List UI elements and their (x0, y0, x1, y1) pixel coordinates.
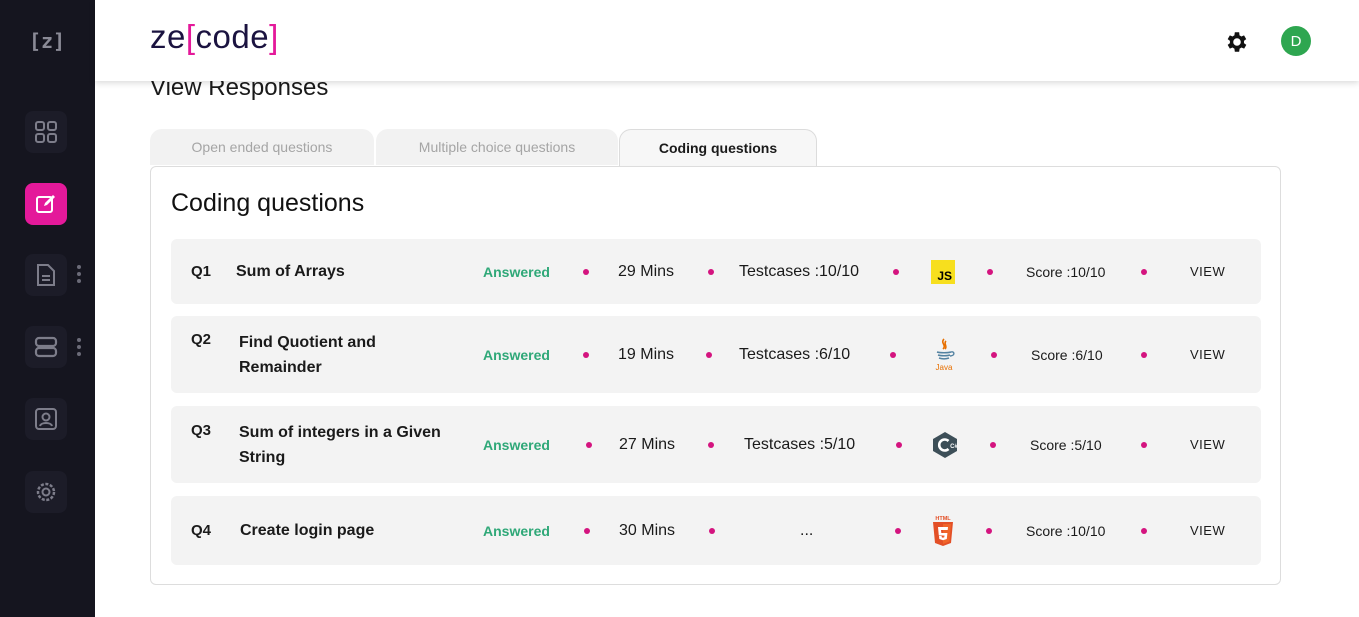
question-title: Find Quotient and Remainder (239, 316, 376, 393)
brand-word: code (195, 18, 270, 55)
testcases-result: Testcases :10/10 (739, 262, 860, 280)
separator-dot (1141, 239, 1147, 304)
grid-icon (35, 121, 57, 143)
question-title-line: String (239, 448, 286, 466)
separator-dot (583, 316, 589, 393)
separator-dot (586, 406, 592, 483)
sidebar-item-candidates[interactable] (25, 398, 67, 440)
separator-dot (583, 239, 589, 304)
html5-icon: HTML (931, 496, 955, 565)
user-avatar[interactable]: D (1281, 26, 1311, 56)
view-button[interactable]: VIEW (1190, 496, 1225, 565)
separator-dot (1141, 316, 1147, 393)
score: Score :6/10 (1031, 346, 1103, 363)
panel-title: Coding questions (171, 189, 365, 217)
id-card-icon (35, 408, 57, 430)
separator-dot (990, 406, 996, 483)
sidebar-logo[interactable]: [z] (29, 25, 65, 57)
tab-coding[interactable]: Coding questions (619, 129, 817, 166)
separator-dot (708, 406, 714, 483)
java-badge-text: Java (936, 363, 953, 372)
brand-prefix: ze (150, 18, 186, 55)
separator-dot (708, 239, 714, 304)
question-title: Create login page (240, 522, 375, 539)
view-button[interactable]: VIEW (1190, 316, 1225, 393)
testcases-result: Testcases :6/10 (739, 345, 851, 363)
js-badge-text: JS (937, 269, 952, 283)
sidebar-item-assessments[interactable] (25, 183, 67, 225)
question-title-line: Remainder (239, 358, 322, 376)
question-row: Q4 Create login page Answered 30 Mins ..… (171, 496, 1261, 565)
tab-multiple-choice[interactable]: Multiple choice questions (376, 129, 618, 165)
question-row: Q3 Sum of integers in a Given String Ans… (171, 406, 1261, 483)
edit-icon (36, 195, 55, 213)
question-number: Q2 (191, 331, 212, 348)
view-button[interactable]: VIEW (1190, 239, 1225, 304)
separator-dot (987, 239, 993, 304)
score: Score :5/10 (1030, 436, 1102, 453)
score: Score :10/10 (1026, 263, 1106, 280)
question-title-line: Sum of integers in a Given (239, 423, 441, 441)
separator-dot (1141, 496, 1147, 565)
question-title-line: Find Quotient and (239, 333, 376, 351)
separator-dot (895, 496, 901, 565)
question-number: Q4 (191, 522, 212, 539)
question-title: Sum of integers in a Given String (239, 406, 441, 483)
document-icon (37, 264, 55, 286)
time-taken: 30 Mins (619, 521, 676, 539)
sidebar-item-documents[interactable] (25, 254, 67, 296)
brand-logo[interactable]: ze[code] (150, 18, 279, 56)
settings-gear-icon[interactable] (1224, 29, 1250, 60)
server-icon (34, 336, 58, 358)
sidebar-item-storage[interactable] (25, 326, 67, 368)
html5-badge-text: HTML (935, 516, 951, 522)
separator-dot (896, 406, 902, 483)
time-taken: 29 Mins (618, 262, 675, 280)
brand-bracket-close: ] (269, 18, 279, 55)
question-row: Q1 Sum of Arrays Answered 29 Mins Testca… (171, 239, 1261, 304)
settings-icon (36, 482, 56, 502)
testcases-result: ... (800, 521, 814, 539)
csharp-icon: C# (931, 406, 959, 483)
java-icon: Java (931, 316, 957, 393)
separator-dot (1141, 406, 1147, 483)
separator-dot (709, 496, 715, 565)
status-badge: Answered (483, 436, 550, 453)
csharp-badge-text: C# (950, 444, 958, 450)
sidebar-item-settings[interactable] (25, 471, 67, 513)
time-taken: 27 Mins (619, 435, 676, 453)
separator-dot (706, 316, 712, 393)
separator-dot (890, 316, 896, 393)
view-button[interactable]: VIEW (1190, 406, 1225, 483)
separator-dot (893, 239, 899, 304)
question-number: Q1 (191, 263, 212, 280)
question-title: Sum of Arrays (236, 263, 345, 280)
javascript-icon: JS (931, 239, 955, 304)
brand-bracket-open: [ (185, 18, 196, 55)
coding-questions-panel: Coding questions Q1 Sum of Arrays Answer… (150, 166, 1281, 585)
testcases-result: Testcases :5/10 (744, 435, 856, 453)
sidebar-item-dashboard[interactable] (25, 111, 67, 153)
separator-dot (584, 496, 590, 565)
status-badge: Answered (483, 522, 550, 539)
status-badge: Answered (483, 346, 550, 363)
score: Score :10/10 (1026, 522, 1106, 539)
time-taken: 19 Mins (618, 345, 675, 363)
separator-dot (986, 496, 992, 565)
question-row: Q2 Find Quotient and Remainder Answered … (171, 316, 1261, 393)
documents-more-icon[interactable] (76, 265, 82, 283)
top-header: ze[code] D (95, 0, 1359, 81)
sidebar: [z] (0, 0, 95, 617)
status-badge: Answered (483, 263, 550, 280)
storage-more-icon[interactable] (76, 338, 82, 356)
separator-dot (991, 316, 997, 393)
question-number: Q3 (191, 422, 212, 439)
tab-open-ended[interactable]: Open ended questions (150, 129, 374, 165)
